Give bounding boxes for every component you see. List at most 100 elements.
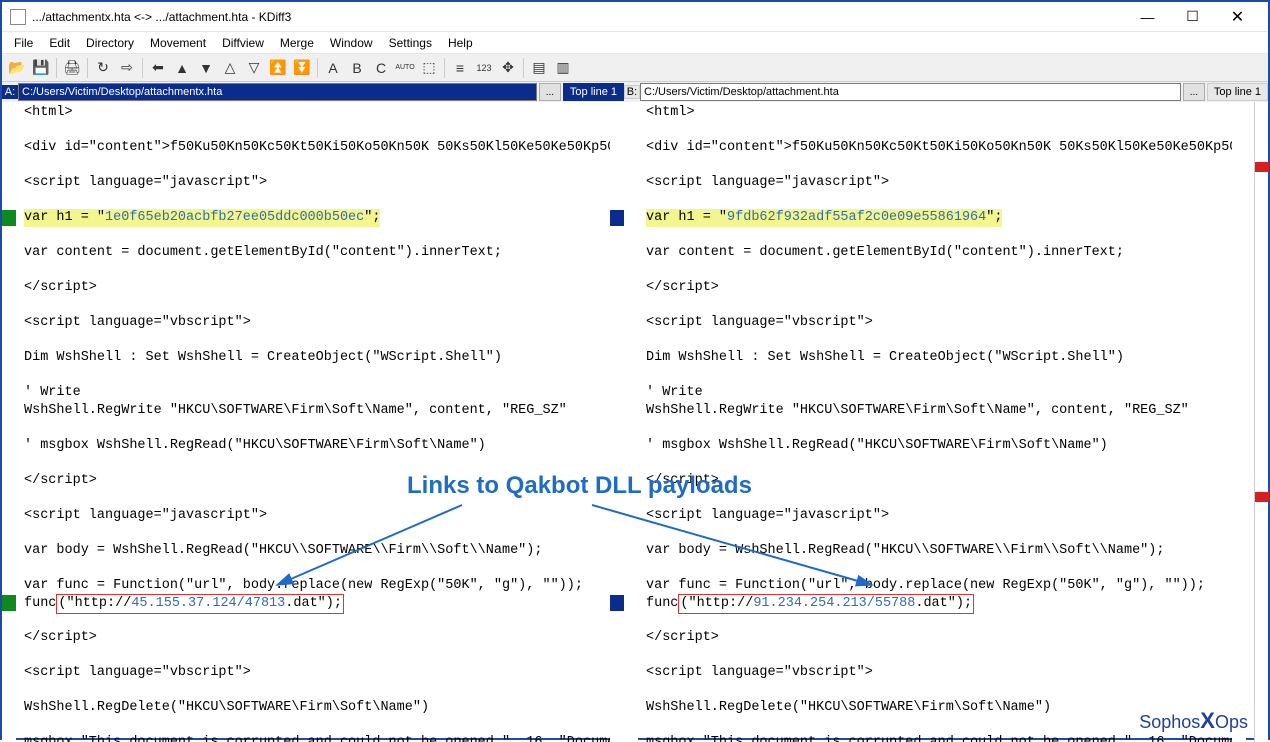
code-line: msgbox "This document is corrupted and c… bbox=[646, 734, 1224, 742]
code-line: WshShell.RegWrite "HKCU\SOFTWARE\Firm\So… bbox=[24, 402, 602, 420]
close-button[interactable]: ✕ bbox=[1215, 3, 1260, 31]
code-line: </script> bbox=[646, 279, 1224, 297]
code-line: var func = Function("url", body.replace(… bbox=[24, 577, 602, 595]
toolbar-separator bbox=[56, 58, 57, 78]
reload-icon[interactable]: ↻ bbox=[92, 57, 114, 79]
code-line bbox=[24, 157, 602, 175]
menu-window[interactable]: Window bbox=[322, 34, 381, 52]
toolbar-separator bbox=[317, 58, 318, 78]
code-line bbox=[646, 647, 1224, 665]
code-line bbox=[24, 227, 602, 245]
code-line bbox=[646, 682, 1224, 700]
save-icon[interactable]: 💾 bbox=[30, 57, 52, 79]
logo-brand: Sophos bbox=[1139, 712, 1200, 732]
menu-directory[interactable]: Directory bbox=[78, 34, 142, 52]
code-line: <html> bbox=[24, 104, 602, 122]
code-line: msgbox "This document is corrupted and c… bbox=[24, 734, 602, 742]
code-line bbox=[24, 489, 602, 507]
left-pane[interactable]: <html> <div id="content">f50Ku50Kn50Kc50K… bbox=[2, 102, 624, 742]
down-diff-icon[interactable]: ▼ bbox=[195, 57, 217, 79]
menu-settings[interactable]: Settings bbox=[381, 34, 440, 52]
cols2-icon[interactable]: ▥ bbox=[552, 57, 574, 79]
toolbar-separator bbox=[87, 58, 88, 78]
code-line: var content = document.getElementById("c… bbox=[646, 244, 1224, 262]
menu-help[interactable]: Help bbox=[440, 34, 481, 52]
code-line bbox=[24, 717, 602, 735]
menu-diffview[interactable]: Diffview bbox=[214, 34, 272, 52]
topline-a: Top line 1 bbox=[563, 83, 624, 101]
overview-marker bbox=[1255, 492, 1269, 502]
up-conflict-icon[interactable]: △ bbox=[219, 57, 241, 79]
minimize-button[interactable]: — bbox=[1125, 3, 1170, 31]
code-line: WshShell.RegDelete("HKCU\SOFTWARE\Firm\S… bbox=[646, 699, 1224, 717]
auto-button[interactable]: AUTO bbox=[394, 57, 416, 79]
topline-b: Top line 1 bbox=[1207, 83, 1268, 101]
code-line bbox=[646, 419, 1224, 437]
browse-b-button[interactable]: ... bbox=[1183, 83, 1205, 101]
code-line: <script language="javascript"> bbox=[24, 507, 602, 525]
toolbar-separator bbox=[444, 58, 445, 78]
menu-movement[interactable]: Movement bbox=[142, 34, 214, 52]
code-line bbox=[24, 419, 602, 437]
code-line: ' msgbox WshShell.RegRead("HKCU\SOFTWARE… bbox=[646, 437, 1224, 455]
code-line bbox=[24, 682, 602, 700]
ws-icon[interactable]: ≡ bbox=[449, 57, 471, 79]
code-line: WshShell.RegWrite "HKCU\SOFTWARE\Firm\So… bbox=[646, 402, 1224, 420]
maximize-button[interactable]: ☐ bbox=[1170, 3, 1215, 31]
code-line bbox=[646, 192, 1224, 210]
center-icon[interactable]: ✥ bbox=[497, 57, 519, 79]
code-line: ' Write bbox=[646, 384, 1224, 402]
code-line bbox=[646, 559, 1224, 577]
linenum-icon[interactable]: 123 bbox=[473, 57, 495, 79]
path-a-label: A: bbox=[2, 85, 18, 99]
code-line: <script language="javascript"> bbox=[646, 174, 1224, 192]
open-icon[interactable]: 📂 bbox=[6, 57, 28, 79]
code-line bbox=[646, 332, 1224, 350]
menubar: File Edit Directory Movement Diffview Me… bbox=[2, 32, 1268, 54]
app-icon bbox=[10, 9, 26, 25]
code-line bbox=[646, 489, 1224, 507]
right-gutter-right bbox=[1232, 102, 1246, 742]
browse-a-button[interactable]: ... bbox=[539, 83, 561, 101]
code-line bbox=[24, 367, 602, 385]
back-icon[interactable]: ⬅ bbox=[147, 57, 169, 79]
choose-a-button[interactable]: A bbox=[322, 57, 344, 79]
code-right[interactable]: <html><div id="content">f50Ku50Kn50Kc50K… bbox=[638, 102, 1232, 742]
dbl-up-icon[interactable]: ⏫ bbox=[267, 57, 289, 79]
split-icon[interactable]: ⬚ bbox=[418, 57, 440, 79]
down-conflict-icon[interactable]: ▽ bbox=[243, 57, 265, 79]
diff-marker-green bbox=[2, 210, 16, 226]
code-line: <script language="javascript"> bbox=[646, 507, 1224, 525]
sophos-logo: SophosXOps bbox=[1139, 708, 1248, 734]
choose-b-button[interactable]: B bbox=[346, 57, 368, 79]
print-icon[interactable]: 🖨 bbox=[61, 57, 83, 79]
code-line bbox=[24, 297, 602, 315]
menu-file[interactable]: File bbox=[6, 34, 41, 52]
code-line: <html> bbox=[646, 104, 1224, 122]
code-line: </script> bbox=[24, 472, 602, 490]
code-line: Dim WshShell : Set WshShell = CreateObje… bbox=[24, 349, 602, 367]
menu-edit[interactable]: Edit bbox=[41, 34, 78, 52]
code-left[interactable]: <html> <div id="content">f50Ku50Kn50Kc50K… bbox=[16, 102, 610, 742]
overview-marker bbox=[1255, 162, 1269, 172]
code-line bbox=[24, 454, 602, 472]
cols1-icon[interactable]: ▤ bbox=[528, 57, 550, 79]
up-diff-icon[interactable]: ▲ bbox=[171, 57, 193, 79]
menu-merge[interactable]: Merge bbox=[272, 34, 322, 52]
code-line bbox=[646, 262, 1224, 280]
overview-strip[interactable] bbox=[1254, 102, 1268, 742]
choose-c-button[interactable]: C bbox=[370, 57, 392, 79]
goto-icon[interactable]: ⇨ bbox=[116, 57, 138, 79]
dbl-down-icon[interactable]: ⏬ bbox=[291, 57, 313, 79]
code-line bbox=[646, 122, 1224, 140]
code-line: <script language="vbscript"> bbox=[24, 664, 602, 682]
titlebar: .../attachmentx.hta <-> .../attachment.h… bbox=[2, 2, 1268, 32]
toolbar-separator bbox=[142, 58, 143, 78]
right-pane[interactable]: <html><div id="content">f50Ku50Kn50Kc50K… bbox=[624, 102, 1246, 742]
path-b-input[interactable] bbox=[640, 83, 1181, 101]
logo-x: X bbox=[1200, 708, 1215, 733]
code-line bbox=[646, 612, 1224, 630]
path-a-input[interactable] bbox=[18, 83, 537, 101]
code-line: var h1 = "9fdb62f932adf55af2c0e09e558619… bbox=[646, 209, 1224, 227]
code-line: <div id="content">f50Ku50Kn50Kc50Kt50Ki5… bbox=[24, 139, 602, 157]
